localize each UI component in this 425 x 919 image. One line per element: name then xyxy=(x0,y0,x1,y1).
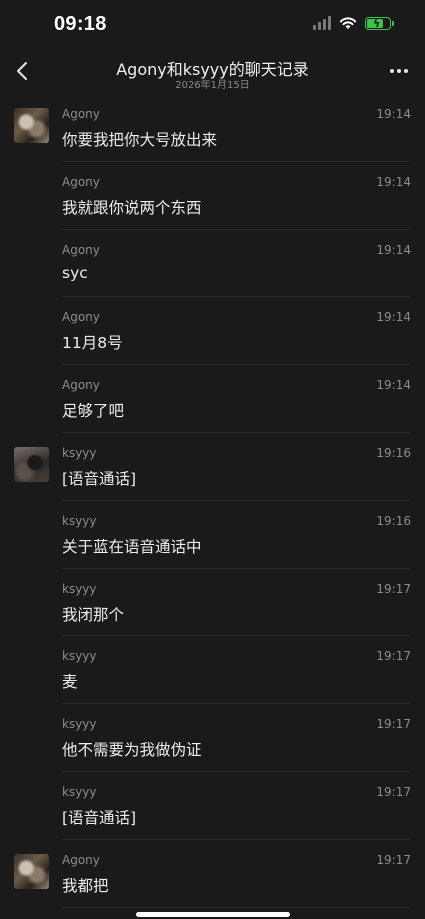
message-row[interactable]: ksyyy 19:16 [语音通话] xyxy=(0,433,425,501)
message-text: 我就跟你说两个东西 xyxy=(62,198,202,217)
more-button[interactable] xyxy=(387,60,411,82)
page-subtitle-date: 2026年1月15日 xyxy=(175,80,250,91)
sender-name: Agony xyxy=(62,107,100,121)
status-bar: 09:18 ϟ xyxy=(0,0,425,48)
message-list[interactable]: Agony 19:14 你要我把你大号放出来 Agony 19:14 我就跟你说两个东西 A… xyxy=(0,94,425,908)
divider xyxy=(62,906,411,908)
message-time: 19:16 xyxy=(376,445,411,460)
charging-bolt-icon: ϟ xyxy=(373,16,381,30)
message-time: 19:14 xyxy=(376,378,411,393)
message-text: 你要我把你大号放出来 xyxy=(62,131,218,149)
home-indicator[interactable] xyxy=(136,912,290,917)
message-text: [语音通话] xyxy=(62,469,137,488)
message-time: 19:14 xyxy=(376,310,411,325)
message-time: 19:14 xyxy=(376,107,411,121)
message-row[interactable]: ksyyy 19:17 我闭那个 xyxy=(0,569,425,637)
chat-history-header: Agony和ksyyy的聊天记录 2026年1月15日 xyxy=(0,48,425,94)
avatar[interactable] xyxy=(14,108,49,143)
message-time: 19:14 xyxy=(376,174,411,189)
message-time: 19:17 xyxy=(376,581,411,596)
avatar[interactable] xyxy=(14,446,49,482)
sender-name: ksyyy xyxy=(62,513,97,528)
sender-name: Agony xyxy=(62,378,100,393)
wifi-icon xyxy=(339,17,357,29)
message-text: [语音通话] xyxy=(62,808,137,827)
more-dots-icon xyxy=(390,69,394,73)
message-text: 他不需要为我做伪证 xyxy=(62,741,202,760)
message-row[interactable]: Agony 19:14 足够了吧 xyxy=(0,365,425,433)
message-row[interactable]: ksyyy 19:17 他不需要为我做伪证 xyxy=(0,704,425,772)
message-row[interactable]: Agony 19:14 11月8号 xyxy=(0,297,425,366)
status-time: 09:18 xyxy=(54,13,107,35)
sender-name: Agony xyxy=(62,174,100,189)
back-button[interactable] xyxy=(8,54,36,88)
message-row[interactable]: Agony 19:14 你要我把你大号放出来 xyxy=(0,94,425,162)
battery-icon: ϟ xyxy=(365,16,394,30)
avatar[interactable] xyxy=(14,853,49,889)
message-time: 19:16 xyxy=(376,513,411,528)
message-text: 麦 xyxy=(62,673,78,692)
message-row[interactable]: Agony 19:14 我就跟你说两个东西 xyxy=(0,162,425,230)
sender-name: Agony xyxy=(62,852,100,867)
sender-name: ksyyy xyxy=(62,784,97,799)
message-time: 19:17 xyxy=(376,852,411,867)
message-time: 19:14 xyxy=(376,242,411,257)
sender-name: ksyyy xyxy=(62,581,97,596)
message-row[interactable]: ksyyy 19:17 [语音通话] xyxy=(0,772,425,840)
message-row[interactable]: ksyyy 19:16 关于蓝在语音通话中 xyxy=(0,501,425,569)
message-text: 我闭那个 xyxy=(62,605,125,624)
message-time: 19:17 xyxy=(376,649,411,664)
message-text: 关于蓝在语音通话中 xyxy=(62,537,202,556)
sender-name: ksyyy xyxy=(62,649,97,664)
sender-name: ksyyy xyxy=(62,717,97,732)
message-row[interactable]: Agony 19:14 syc xyxy=(0,230,425,298)
sender-name: ksyyy xyxy=(62,445,97,460)
message-text: syc xyxy=(62,263,88,282)
message-time: 19:17 xyxy=(376,784,411,799)
message-text: 我都把 xyxy=(62,876,109,895)
message-text: 11月8号 xyxy=(62,334,123,353)
message-row[interactable]: ksyyy 19:17 麦 xyxy=(0,636,425,705)
message-time: 19:17 xyxy=(376,717,411,732)
sender-name: Agony xyxy=(62,310,100,325)
cellular-signal-icon xyxy=(313,16,331,30)
status-icons: ϟ xyxy=(313,16,394,30)
message-row[interactable]: Agony 19:17 我都把 xyxy=(0,840,425,908)
message-text: 足够了吧 xyxy=(62,402,125,421)
sender-name: Agony xyxy=(62,242,100,257)
chevron-left-icon xyxy=(17,62,27,80)
